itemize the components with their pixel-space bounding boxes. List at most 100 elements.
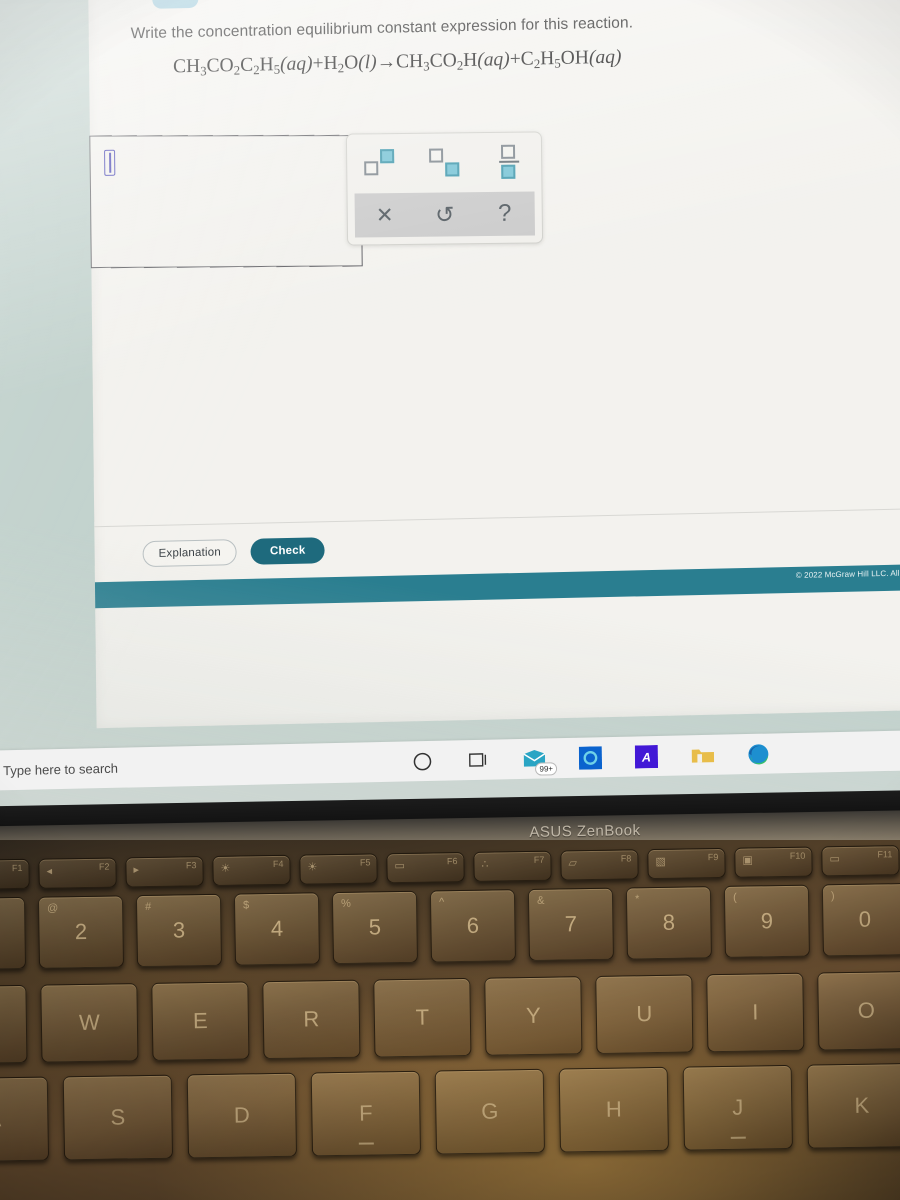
key-5[interactable]: % 5: [331, 890, 419, 965]
key-label: F6: [446, 856, 458, 867]
key-o[interactable]: O: [817, 970, 900, 1051]
key-g[interactable]: G: [434, 1068, 546, 1155]
key-f2[interactable]: ◂ F2: [38, 857, 117, 889]
key-alt-label: (: [732, 891, 737, 904]
undo-button[interactable]: ↺: [422, 194, 468, 235]
check-button[interactable]: Check: [250, 537, 325, 565]
key-6[interactable]: ^ 6: [429, 889, 516, 963]
key-h[interactable]: H: [558, 1066, 669, 1153]
key-f6[interactable]: ▭ F6: [386, 851, 465, 884]
key-t[interactable]: T: [373, 977, 472, 1058]
key-3[interactable]: #3: [135, 893, 223, 968]
math-palette-tool-row: ✕ ↺ ?: [354, 191, 536, 238]
key-label: I: [752, 999, 759, 1025]
key-f7[interactable]: ∴ F7: [473, 850, 552, 882]
superscript-icon: [364, 149, 395, 177]
outlook-icon[interactable]: [577, 744, 604, 772]
key-u[interactable]: U: [595, 974, 694, 1054]
fraction-button[interactable]: [486, 142, 532, 183]
keyboard-light-icon: ∴: [481, 858, 489, 871]
key-label: Y: [525, 1002, 541, 1029]
key-alt-label: &: [536, 894, 545, 907]
explanation-button[interactable]: Explanation: [142, 539, 238, 568]
answer-input-frame[interactable]: [89, 134, 363, 269]
project-icon: ▱: [568, 857, 578, 870]
screenshot-icon: ▭: [829, 853, 840, 866]
key-r[interactable]: R: [262, 979, 361, 1060]
key-label: 0: [858, 906, 872, 932]
key-f11[interactable]: ▭ F11: [821, 845, 900, 877]
key-f9[interactable]: ▧ F9: [647, 847, 726, 880]
key-q[interactable]: Q: [0, 984, 28, 1065]
key-2[interactable]: @2: [37, 895, 125, 969]
key-label: 9: [760, 908, 774, 934]
key-alt-label: @: [47, 902, 59, 915]
cortana-icon[interactable]: [409, 747, 436, 775]
taskbar-icons: 99+ A: [409, 740, 772, 776]
laptop-screen: Write the concentration equilibrium cons…: [0, 0, 900, 822]
brightness-up-icon: ☀: [307, 861, 318, 874]
key-label: S: [110, 1104, 126, 1130]
action-divider: [94, 507, 900, 528]
file-explorer-icon[interactable]: [689, 741, 716, 769]
taskbar-search[interactable]: Type here to search: [0, 752, 399, 781]
key-a[interactable]: A: [0, 1076, 50, 1163]
key-0[interactable]: ) 0: [821, 883, 900, 957]
key-label: F1: [11, 862, 23, 874]
key-label: D: [233, 1102, 251, 1128]
key-f5[interactable]: ☀ F5: [299, 853, 378, 885]
key-alt-label: ^: [438, 896, 445, 909]
key-4[interactable]: $4: [233, 892, 321, 966]
key-s[interactable]: S: [62, 1074, 174, 1161]
myasus-icon[interactable]: A: [633, 742, 660, 770]
key-f1[interactable]: ✕F1: [0, 858, 30, 891]
chevron-down-icon[interactable]: [151, 0, 199, 9]
key-i[interactable]: I: [706, 972, 805, 1053]
key-label: K: [854, 1092, 870, 1118]
brightness-down-icon: ☀: [220, 862, 231, 875]
key-label: F5: [359, 857, 371, 868]
edge-icon[interactable]: [745, 740, 772, 768]
taskbar-search-placeholder: Type here to search: [2, 760, 119, 778]
key-f[interactable]: F: [310, 1070, 422, 1157]
help-button[interactable]: ?: [482, 194, 528, 235]
key-label: 8: [662, 909, 676, 935]
key-1[interactable]: !1: [0, 896, 27, 971]
key-f10[interactable]: ▣ F10: [734, 846, 813, 878]
key-d[interactable]: D: [186, 1072, 298, 1159]
math-palette-format-row: [347, 132, 542, 192]
svg-text:A: A: [641, 750, 651, 764]
keyboard-function-row: ✕F1 ◂ F2 ▸ F3 ☀ F4 ☀ F5 ▭ F6 ∴ F7 ▱ F8 ▧ F9 ▣ F10 ▭ F11: [0, 845, 900, 891]
answer-input[interactable]: [89, 132, 363, 270]
key-7[interactable]: & 7: [527, 887, 614, 961]
key-label: F7: [533, 854, 545, 865]
key-f3[interactable]: ▸ F3: [125, 856, 204, 888]
key-w[interactable]: W: [40, 983, 139, 1063]
clear-button[interactable]: ✕: [362, 195, 408, 236]
key-j[interactable]: J: [682, 1064, 793, 1151]
key-f8[interactable]: ▱ F8: [560, 849, 639, 881]
fraction-icon: [498, 144, 519, 179]
key-alt-label: $: [242, 899, 250, 912]
mail-icon[interactable]: 99+: [521, 745, 558, 776]
key-label: F11: [877, 849, 893, 860]
key-label: W: [78, 1009, 100, 1036]
subscript-icon: [429, 148, 460, 177]
key-e[interactable]: E: [151, 981, 250, 1061]
subscript-button[interactable]: [421, 142, 467, 183]
key-label: F2: [98, 861, 110, 872]
task-view-icon[interactable]: [465, 746, 492, 774]
volume-down-icon: ◂: [46, 865, 53, 878]
key-y[interactable]: Y: [484, 976, 583, 1056]
key-9[interactable]: (9: [723, 884, 810, 958]
superscript-button[interactable]: [356, 143, 402, 184]
action-bar: Explanation Check: [142, 537, 325, 568]
key-label: F4: [272, 858, 284, 869]
key-alt-label: *: [634, 893, 640, 906]
key-8[interactable]: * 8: [625, 886, 712, 960]
key-label: A: [0, 1106, 1, 1132]
key-label: F8: [620, 853, 632, 864]
key-k[interactable]: K: [806, 1062, 900, 1149]
key-f4[interactable]: ☀ F4: [212, 854, 291, 886]
volume-up-icon: ▸: [133, 864, 140, 877]
